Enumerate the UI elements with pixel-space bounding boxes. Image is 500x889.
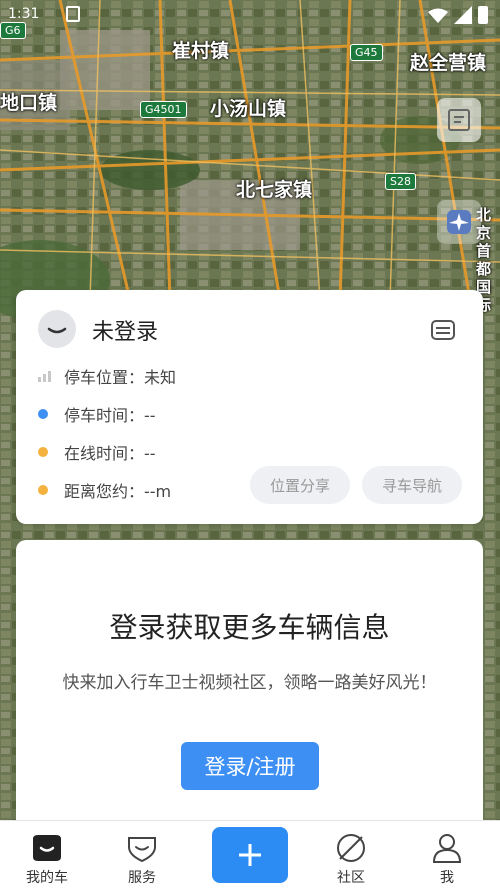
document-icon: [448, 109, 470, 131]
battery-icon: [478, 6, 488, 24]
nav-label: 我的车: [26, 870, 68, 886]
wifi-icon: [428, 8, 448, 23]
leaf-icon: [337, 834, 365, 862]
status-bar: 1:31: [0, 0, 500, 32]
share-location-button[interactable]: 位置分享: [250, 466, 350, 504]
nav-item-me[interactable]: 我: [412, 821, 482, 889]
login-status-title[interactable]: 未登录: [92, 314, 158, 346]
person-icon: [432, 834, 462, 863]
signal-icon: [454, 6, 472, 24]
find-car-navigation-button[interactable]: 寻车导航: [362, 466, 462, 504]
nav-label: 我: [440, 870, 454, 886]
nav-item-community[interactable]: 社区: [316, 821, 386, 889]
smile-icon: [47, 327, 67, 334]
status-time: 1:31: [8, 6, 40, 22]
online-time-row: 在线时间：--: [38, 440, 156, 464]
heart-shield-icon: [128, 837, 156, 863]
car-status-card: 未登录 停车位置：未知 停车时间：-- 在线时间：-- 距离您约：--m 位置分…: [16, 290, 483, 524]
highway-badge: S28: [385, 173, 416, 190]
distance-row: 距离您约：--m: [38, 478, 171, 502]
nav-label: 服务: [128, 870, 156, 886]
login-headline: 登录获取更多车辆信息: [109, 611, 390, 644]
airport-marker[interactable]: [437, 200, 481, 244]
highway-badge: G45: [350, 44, 383, 61]
plus-icon: [239, 844, 261, 866]
online-time-text: 在线时间：--: [64, 444, 156, 463]
nav-item-my-car[interactable]: 我的车: [12, 821, 82, 889]
car-face-icon: [33, 835, 61, 861]
add-button[interactable]: [212, 827, 288, 883]
bottom-nav: 我的车 服务 社区 我: [0, 820, 500, 889]
map-layers-button[interactable]: [437, 98, 481, 142]
status-dot: [38, 409, 48, 419]
nav-item-service[interactable]: 服务: [107, 821, 177, 889]
login-promo-card: 登录获取更多车辆信息 快来加入行车卫士视频社区，领略一路美好风光！ 登录/注册: [16, 540, 483, 830]
parking-time-row: 停车时间：--: [38, 402, 156, 426]
car-switch-icon[interactable]: [430, 318, 458, 342]
status-dot: [38, 485, 48, 495]
map-place-label: 崔村镇: [172, 40, 230, 62]
distance-text: 距离您约：--m: [64, 482, 172, 501]
status-dot: [38, 447, 48, 457]
map-place-label: 北七家镇: [236, 179, 313, 201]
nav-label: 社区: [337, 870, 365, 886]
highway-badge: G4501: [140, 101, 187, 118]
map-place-label: 地口镇: [0, 92, 58, 114]
plane-icon: [447, 210, 471, 234]
login-description: 快来加入行车卫士视频社区，领略一路美好风光！: [62, 673, 437, 693]
map-place-label: 赵全营镇: [410, 52, 487, 74]
login-register-button[interactable]: 登录/注册: [181, 742, 319, 790]
parking-time-text: 停车时间：--: [64, 406, 156, 425]
parking-location-row: 停车位置：未知: [38, 364, 176, 388]
parking-location-text: 停车位置：未知: [64, 368, 177, 387]
map-place-label: 小汤山镇: [210, 98, 287, 120]
avatar[interactable]: [38, 310, 76, 348]
signal-bars-icon: [38, 371, 51, 382]
image-icon: [66, 6, 80, 22]
